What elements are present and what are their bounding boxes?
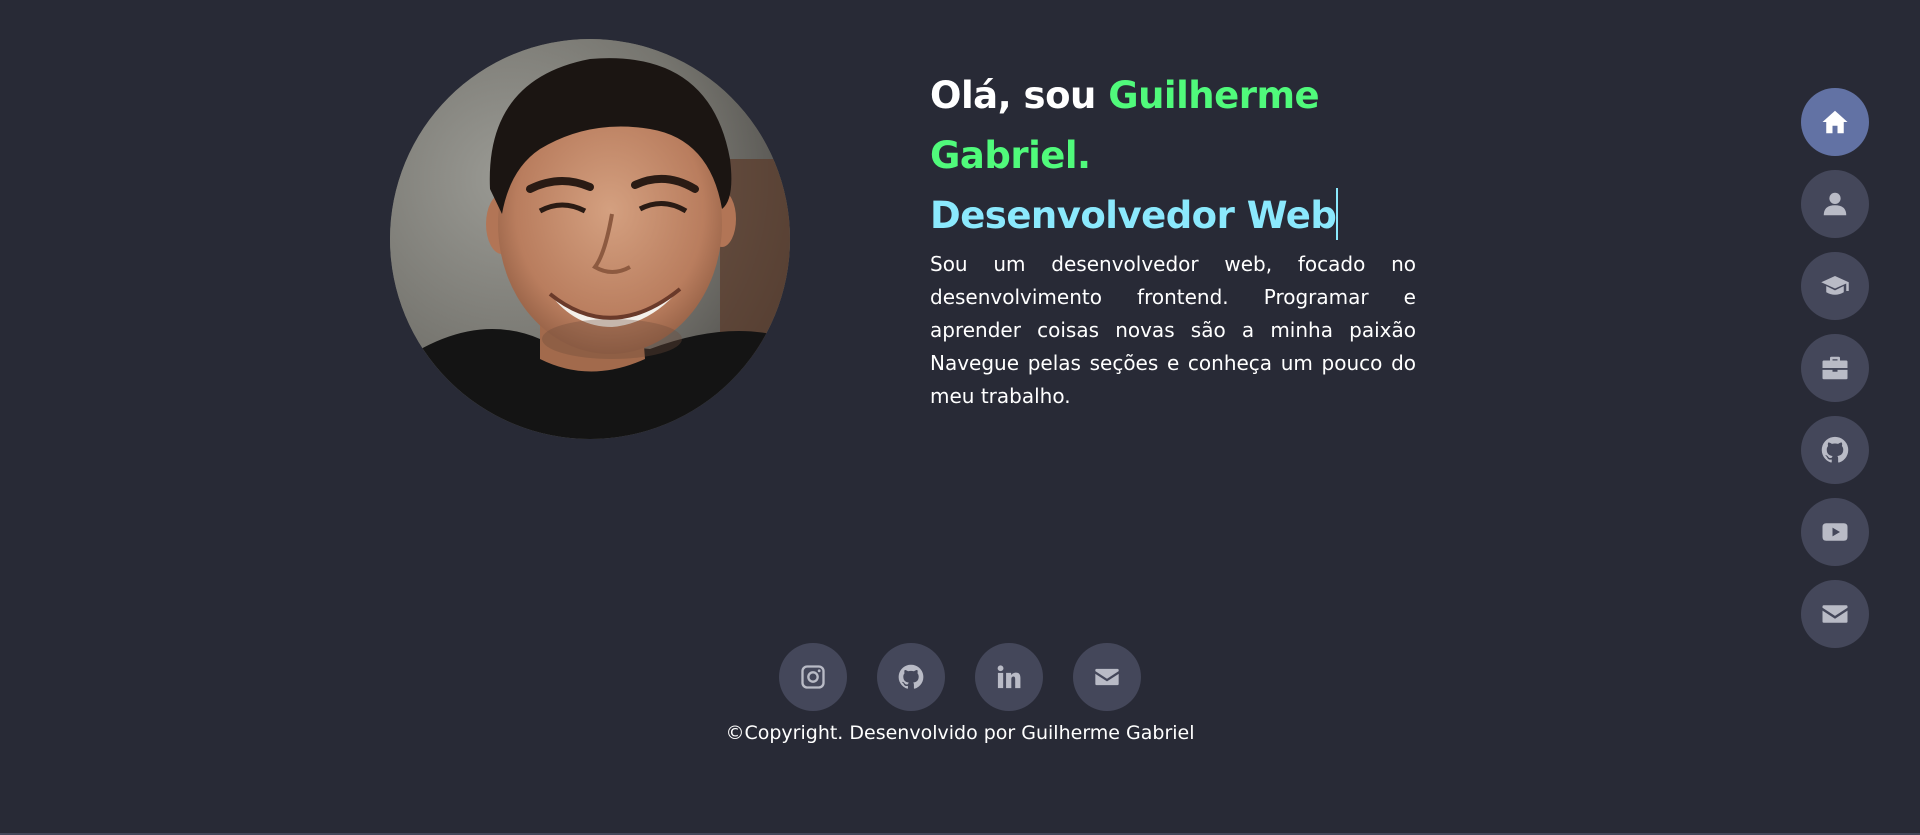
role-heading: Desenvolvedor Web	[930, 186, 1416, 246]
nav-education-button[interactable]	[1801, 252, 1869, 320]
envelope-icon	[1822, 605, 1848, 623]
nav-experience-button[interactable]	[1801, 334, 1869, 402]
bio-paragraph: Sou um desenvolvedor web, focado no dese…	[930, 252, 1416, 408]
youtube-icon	[1822, 523, 1848, 541]
briefcase-icon	[1822, 356, 1848, 380]
nav-github-button[interactable]	[1801, 416, 1869, 484]
page: Olá, sou Guilherme Gabriel. Desenvolvedo…	[0, 0, 1920, 835]
instagram-icon	[801, 665, 825, 689]
envelope-icon	[1095, 668, 1119, 686]
nav-contact-button[interactable]	[1801, 580, 1869, 648]
intro-section: Olá, sou Guilherme Gabriel. Desenvolvedo…	[930, 66, 1416, 413]
github-icon	[898, 664, 924, 689]
user-icon	[1823, 192, 1847, 216]
social-links	[779, 643, 1141, 711]
home-icon	[1822, 110, 1848, 134]
instagram-link[interactable]	[779, 643, 847, 711]
profile-photo	[390, 39, 790, 439]
side-nav	[1801, 88, 1869, 648]
github-icon	[1821, 436, 1849, 463]
typing-caret	[1336, 187, 1339, 240]
linkedin-link[interactable]	[975, 643, 1043, 711]
nav-about-button[interactable]	[1801, 170, 1869, 238]
nav-youtube-button[interactable]	[1801, 498, 1869, 566]
greeting-heading: Olá, sou Guilherme Gabriel.	[930, 66, 1416, 186]
linkedin-icon	[997, 665, 1021, 689]
role-text: Desenvolvedor Web	[930, 194, 1337, 237]
graduation-cap-icon	[1821, 276, 1849, 295]
github-link[interactable]	[877, 643, 945, 711]
copyright-text: ©Copyright. Desenvolvido por Guilherme G…	[725, 722, 1195, 744]
nav-home-button[interactable]	[1801, 88, 1869, 156]
greeting-prefix: Olá, sou	[930, 74, 1096, 117]
email-link[interactable]	[1073, 643, 1141, 711]
